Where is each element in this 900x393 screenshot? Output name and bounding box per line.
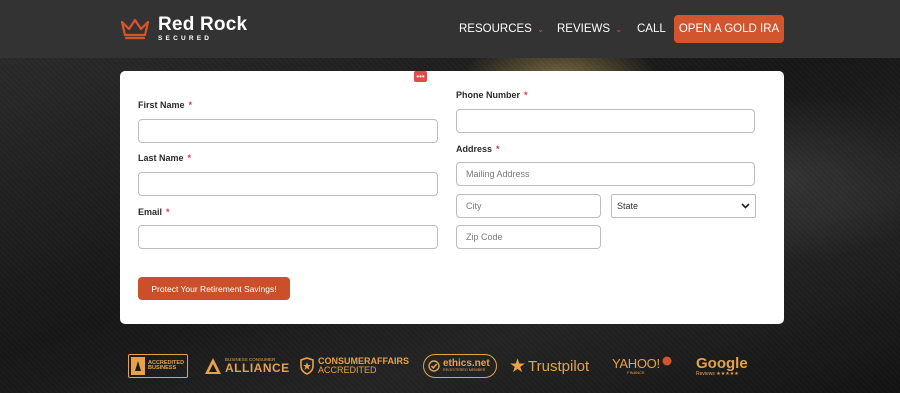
bbb-torch-icon	[131, 357, 145, 375]
last-name-label: Last Name *	[138, 153, 192, 163]
first-name-input[interactable]	[138, 119, 438, 143]
chevron-down-icon	[741, 203, 750, 209]
address-label: Address *	[456, 144, 500, 154]
google-main: Google	[696, 354, 748, 372]
city-input[interactable]	[456, 194, 601, 218]
logo-tagline: SECURED	[158, 35, 213, 43]
consumer-affairs-line2: ACCREDITED	[318, 365, 377, 375]
nav-call-label: CALL	[637, 23, 666, 35]
trustpilot-badge[interactable]: ★ Trustpilot	[509, 349, 589, 383]
email-label: Email *	[138, 207, 170, 217]
first-name-label: First Name *	[138, 100, 193, 110]
logo-name: Red Rock	[158, 14, 248, 36]
consumer-affairs-badge[interactable]: CONSUMERAFFAIRS ACCREDITED	[300, 349, 409, 383]
trustpilot-label: Trustpilot	[528, 357, 590, 375]
site-header: Red Rock SECURED RESOURCES ⌄ REVIEWS ⌄ C…	[0, 0, 900, 58]
phone-label: Phone Number *	[456, 90, 528, 100]
yahoo-main: YAHOO!	[612, 356, 660, 371]
crown-icon	[120, 18, 150, 40]
state-select-value: State	[617, 201, 639, 211]
google-reviews-badge[interactable]: Google Reviews ★★★★★	[696, 349, 748, 383]
checkmark-icon	[428, 360, 440, 372]
open-gold-ira-button[interactable]: OPEN A GOLD IRA	[674, 15, 784, 43]
alliance-badge[interactable]: BUSINESS CONSUMER ALLIANCE	[204, 349, 290, 383]
last-name-input[interactable]	[138, 172, 438, 196]
site-logo[interactable]: Red Rock SECURED	[120, 14, 247, 44]
email-input[interactable]	[138, 225, 438, 249]
chevron-down-icon: ⌄	[536, 23, 545, 34]
yahoo-finance-dot-icon	[662, 356, 672, 366]
phone-input[interactable]	[456, 109, 755, 133]
yahoo-sub: FINANCE	[627, 370, 645, 375]
bbb-badge[interactable]: ACCREDITED BUSINESS	[128, 349, 189, 383]
zip-code-input[interactable]	[456, 225, 601, 249]
protect-savings-button[interactable]: Protect Your Retirement Savings!	[138, 277, 290, 300]
nav-call[interactable]: CALL	[637, 0, 666, 58]
google-sub: Reviews ★★★★★	[696, 370, 739, 377]
nav-resources-label: RESOURCES	[459, 23, 532, 35]
state-select[interactable]: State	[611, 194, 756, 218]
alliance-triangle-icon	[205, 358, 221, 374]
nav-resources[interactable]: RESOURCES ⌄	[459, 0, 544, 58]
nav-reviews-label: REVIEWS	[557, 23, 611, 35]
nav-reviews[interactable]: REVIEWS ⌄	[557, 0, 623, 58]
bbb-line2: BUSINESS	[148, 365, 177, 371]
shield-star-icon	[300, 357, 314, 375]
alliance-main: ALLIANCE	[225, 361, 290, 376]
chevron-down-icon: ⌄	[615, 23, 623, 34]
yahoo-finance-badge[interactable]: YAHOO! FINANCE	[612, 349, 672, 383]
ethics-net-badge[interactable]: ethics.net REGISTERED MEMBER	[423, 349, 497, 383]
ethics-sub: REGISTERED MEMBER	[443, 368, 486, 373]
mailing-address-input[interactable]	[456, 162, 755, 186]
more-options-icon[interactable]: •••	[414, 71, 427, 82]
star-icon: ★	[509, 355, 527, 377]
